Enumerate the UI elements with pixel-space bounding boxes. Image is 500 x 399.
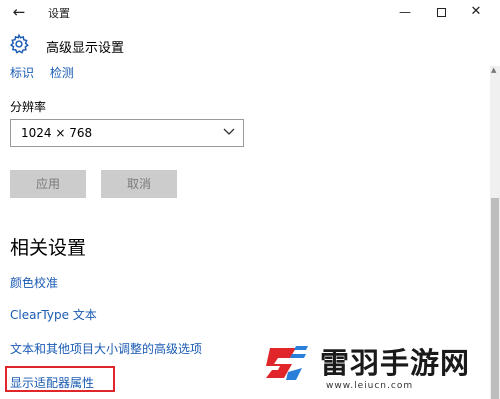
window-title: 设置 xyxy=(48,7,70,20)
scrollbar-thumb[interactable] xyxy=(491,198,499,399)
resolution-dropdown[interactable]: 1024 × 768 xyxy=(10,119,244,147)
resolution-value: 1024 × 768 xyxy=(21,126,93,140)
maximize-button[interactable] xyxy=(429,2,453,22)
gear-icon xyxy=(9,33,29,54)
text-size-advanced-link[interactable]: 文本和其他项目大小调整的高级选项 xyxy=(10,340,202,357)
page-header: 高级显示设置 xyxy=(0,30,500,62)
detect-link[interactable]: 检测 xyxy=(50,66,74,80)
identify-detect-links: 标识 检测 xyxy=(10,64,86,81)
watermark-logo-icon xyxy=(266,346,308,380)
back-arrow-icon[interactable]: ← xyxy=(8,2,30,22)
scroll-up-arrow-icon[interactable]: ▲ xyxy=(491,66,496,74)
resolution-label: 分辨率 xyxy=(10,100,47,114)
maximize-icon xyxy=(436,8,446,17)
watermark-brand-name: 雷羽手游网 xyxy=(320,346,471,380)
display-adapter-properties-link[interactable]: 显示适配器属性 xyxy=(10,374,94,391)
color-calibration-link[interactable]: 颜色校准 xyxy=(10,274,58,291)
chevron-down-icon xyxy=(223,128,235,135)
minimize-button[interactable]: — xyxy=(393,2,417,22)
identify-link[interactable]: 标识 xyxy=(10,66,34,80)
related-settings-title: 相关设置 xyxy=(10,237,87,259)
watermark-url: www.leiucn.com xyxy=(326,381,414,391)
cancel-button[interactable]: 取消 xyxy=(101,170,177,198)
close-button[interactable]: ✕ xyxy=(464,2,488,22)
apply-button[interactable]: 应用 xyxy=(10,170,86,198)
cleartype-text-link[interactable]: ClearType 文本 xyxy=(10,306,97,323)
page-title: 高级显示设置 xyxy=(46,41,125,56)
title-bar: ← 设置 — ✕ xyxy=(0,0,500,26)
